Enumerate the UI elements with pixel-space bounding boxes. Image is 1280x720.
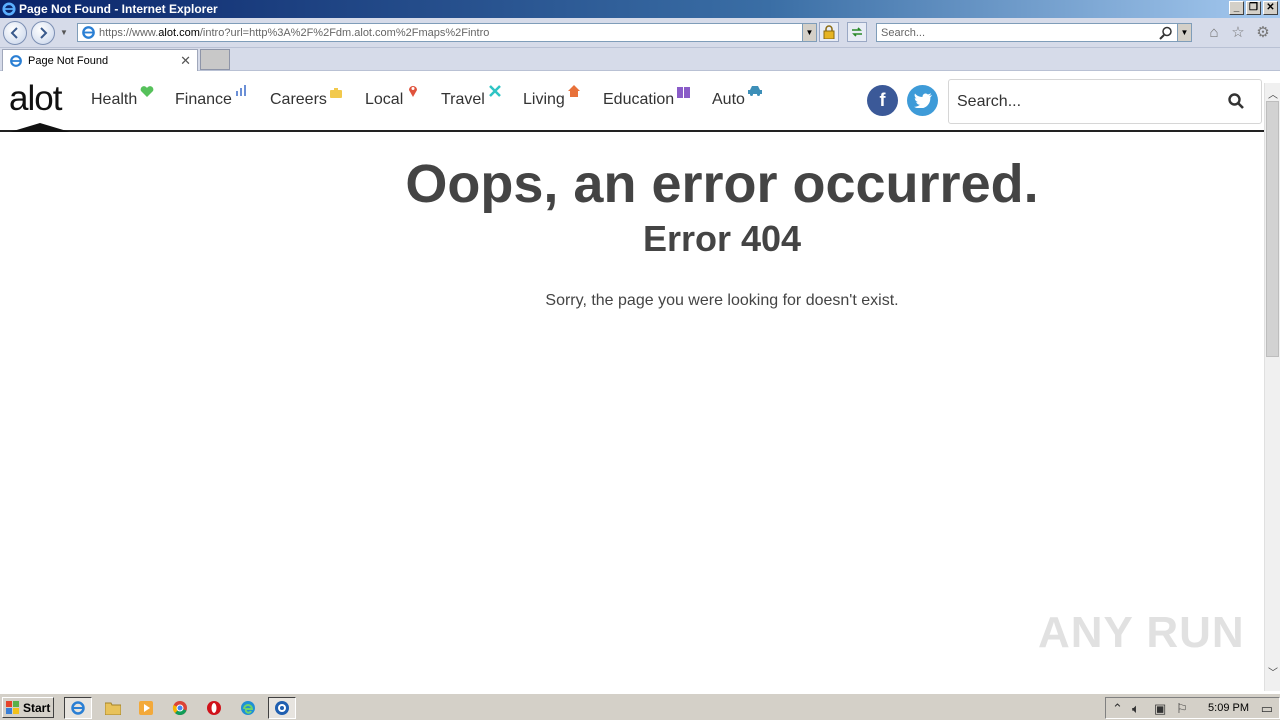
scroll-down-icon[interactable]: ﹀	[1265, 663, 1280, 679]
media-player-icon	[139, 701, 153, 715]
error-message: Sorry, the page you were looking for doe…	[545, 292, 899, 309]
minimize-button[interactable]: _	[1229, 1, 1244, 15]
edge-icon	[241, 701, 255, 715]
close-tab-icon[interactable]: ✕	[180, 53, 191, 69]
anyrun-watermark: ANY RUN	[1038, 608, 1245, 657]
facebook-button[interactable]: f	[867, 85, 898, 116]
car-icon	[748, 86, 762, 96]
screen: Page Not Found - Internet Explorer _ ❐ ✕…	[0, 0, 1280, 720]
volume-icon[interactable]: 🔈︎	[1132, 701, 1140, 717]
ie-page-icon	[82, 26, 95, 39]
taskbar-opera[interactable]	[200, 697, 228, 719]
twitter-bird-icon	[913, 93, 932, 108]
map-pin-icon	[409, 86, 417, 97]
tab-page-not-found[interactable]: Page Not Found ✕	[2, 49, 198, 71]
vertical-scrollbar[interactable]: ︿ ﹀	[1264, 83, 1280, 691]
search-provider-dropdown-icon[interactable]: ▼	[1177, 24, 1191, 41]
address-url: https://www.alot.com/intro?url=http%3A%2…	[99, 26, 490, 39]
browser-search-input[interactable]: Search... ▼	[876, 23, 1192, 42]
address-dropdown-icon[interactable]: ▼	[802, 24, 816, 41]
window-title: Page Not Found - Internet Explorer	[19, 2, 218, 16]
refresh-icon	[852, 27, 862, 37]
taskbar-app-active[interactable]	[268, 697, 296, 719]
lock-icon	[823, 25, 835, 39]
plane-icon	[489, 85, 501, 97]
arrow-right-icon	[40, 27, 48, 39]
error-code: Error 404	[642, 218, 802, 259]
error-heading: Oops, an error occurred.	[405, 154, 1039, 214]
house-icon	[568, 85, 580, 97]
twitter-button[interactable]	[907, 85, 938, 116]
taskbar-chrome[interactable]	[166, 697, 194, 719]
scroll-thumb[interactable]	[1266, 101, 1279, 357]
show-desktop-icon[interactable]: ▭	[1261, 701, 1273, 717]
alot-logo[interactable]: alot	[9, 79, 62, 119]
gear-icon[interactable]: ⚙	[1255, 25, 1271, 41]
site-header: alot Health Finance Careers Local Travel…	[0, 71, 1264, 132]
magnifier-icon[interactable]	[1227, 92, 1245, 110]
folder-icon	[105, 702, 121, 715]
favorites-star-icon[interactable]: ☆	[1230, 25, 1246, 41]
tab-bar: Page Not Found ✕	[0, 48, 1280, 71]
system-tray: ⌃ 🔈︎ ▣ ⚐ 5:09 PM ▭	[1105, 697, 1280, 719]
history-dropdown-icon[interactable]: ▼	[60, 28, 68, 37]
site-search-input[interactable]: Search...	[948, 79, 1262, 124]
clock[interactable]: 5:09 PM	[1208, 702, 1249, 714]
chrome-icon	[172, 701, 187, 716]
scroll-up-icon[interactable]: ︿	[1265, 85, 1280, 101]
nav-local[interactable]: Local	[365, 86, 417, 109]
windows-flag-icon	[6, 701, 19, 714]
ie-tab-icon	[10, 54, 22, 67]
window-controls: _ ❐ ✕	[1229, 1, 1278, 15]
book-icon	[677, 87, 690, 98]
address-toolbar: ▼ https://www.alot.com/intro?url=http%3A…	[0, 18, 1280, 48]
tab-label: Page Not Found	[28, 54, 109, 67]
briefcase-icon	[330, 88, 342, 98]
taskbar: Start ⌃ 🔈︎ ▣ ⚐ 5:09 PM ▭	[0, 693, 1280, 720]
address-bar[interactable]: https://www.alot.com/intro?url=http%3A%2…	[77, 23, 817, 42]
web-page: alot Health Finance Careers Local Travel…	[0, 71, 1264, 691]
circle-app-icon	[275, 701, 289, 715]
network-icon[interactable]: ▣	[1154, 701, 1166, 717]
logo-triangle	[10, 123, 70, 132]
bar-chart-icon	[236, 85, 246, 96]
nav-careers[interactable]: Careers	[270, 88, 342, 109]
heart-icon	[140, 86, 154, 97]
nav-travel[interactable]: Travel	[441, 85, 501, 109]
home-icon[interactable]: ⌂	[1206, 25, 1222, 41]
action-center-flag-icon[interactable]: ⚐	[1176, 701, 1188, 717]
search-icon[interactable]	[1159, 26, 1173, 40]
security-lock-button[interactable]	[819, 22, 839, 42]
taskbar-edge[interactable]	[234, 697, 262, 719]
nav-education[interactable]: Education	[603, 87, 690, 109]
ie-logo-icon	[71, 701, 85, 715]
arrow-left-icon	[10, 27, 18, 39]
refresh-button[interactable]	[847, 22, 867, 42]
window-title-bar[interactable]: Page Not Found - Internet Explorer _ ❐ ✕	[0, 0, 1280, 18]
restore-button[interactable]: ❐	[1246, 1, 1261, 15]
back-button[interactable]	[3, 21, 27, 45]
close-window-button[interactable]: ✕	[1263, 1, 1278, 15]
new-tab-button[interactable]	[200, 49, 230, 70]
opera-icon	[207, 701, 221, 715]
ie-logo-icon	[2, 2, 16, 16]
nav-living[interactable]: Living	[523, 85, 580, 109]
start-button[interactable]: Start	[2, 697, 54, 718]
nav-auto[interactable]: Auto	[712, 86, 762, 109]
tray-expand-icon[interactable]: ⌃	[1112, 701, 1123, 717]
taskbar-ie[interactable]	[64, 697, 92, 719]
nav-finance[interactable]: Finance	[175, 85, 246, 109]
taskbar-media-player[interactable]	[132, 697, 160, 719]
taskbar-explorer[interactable]	[99, 697, 127, 719]
nav-health[interactable]: Health	[91, 86, 154, 109]
forward-button[interactable]	[31, 21, 55, 45]
facebook-icon: f	[879, 90, 886, 110]
